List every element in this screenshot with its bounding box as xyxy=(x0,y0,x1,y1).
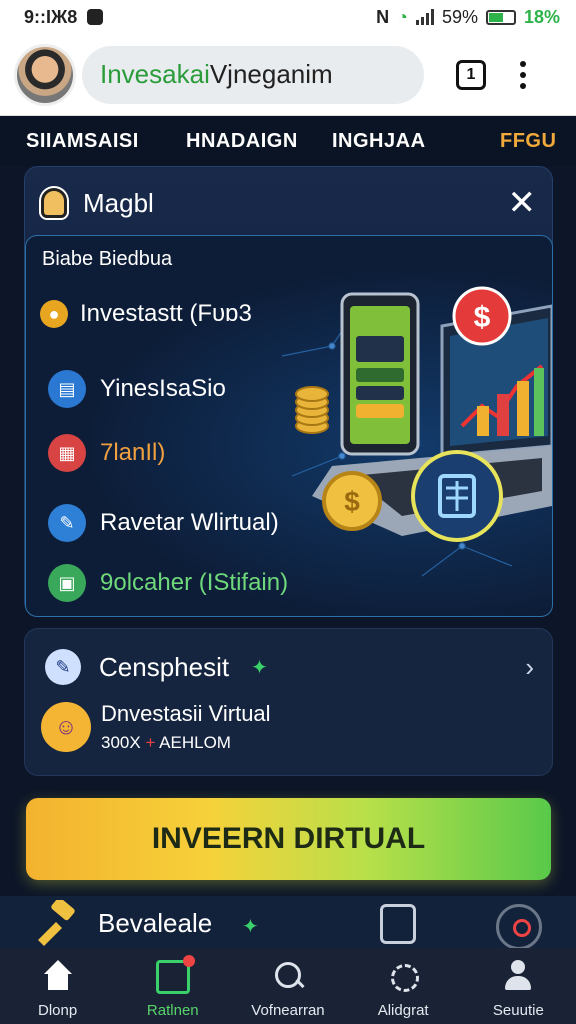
notification-icon xyxy=(87,9,104,25)
tabs-icon[interactable]: 1 xyxy=(456,59,486,90)
search-icon xyxy=(271,960,305,994)
search-bar[interactable]: Invesakai Vjneganim xyxy=(82,45,424,104)
sparkle-icon: ✦ xyxy=(251,656,268,679)
status-bar: 9::IЖ8 N ◔ 59% 18% xyxy=(0,0,576,34)
gear-icon xyxy=(386,960,420,994)
person-icon xyxy=(41,188,67,218)
investment-illustration: $ $ xyxy=(281,286,552,577)
calculator-icon: ▦ xyxy=(48,434,86,472)
option-item[interactable]: ✎ Ravetar Wlirtual) xyxy=(48,504,279,542)
nav-portfolio[interactable]: Ratlnen xyxy=(115,948,230,1024)
option-item[interactable]: ▣ 9olcaher (IStifain) xyxy=(48,564,288,602)
card2-body: ☺ Dnvestasii Virtual 300X + AEHLOM xyxy=(41,701,271,753)
card2-header: ✎ Censphesit ✦ › xyxy=(45,647,534,687)
nfc-icon: N xyxy=(376,6,390,27)
search-text: Vjneganim xyxy=(209,59,333,89)
option-label: YinesIsaSio xyxy=(100,375,226,402)
nav-label: Vofnearran xyxy=(251,1002,325,1019)
nav-search[interactable]: Vofnearran xyxy=(230,948,345,1024)
battery-icon xyxy=(485,9,516,25)
hammer-icon xyxy=(38,900,75,946)
wifi-icon: ◔ xyxy=(397,6,408,27)
tab-4[interactable]: FFGU xyxy=(500,130,556,153)
nav-home[interactable]: Dlonp xyxy=(0,948,115,1024)
svg-text:$: $ xyxy=(344,486,360,517)
status-right: N ◔ 59% 18% xyxy=(376,7,560,28)
coin-icon: ● xyxy=(40,300,68,328)
card-title: Magbl xyxy=(83,187,154,218)
main-card: Magbl ✕ Biabe Biedbua ● Investastt (Fᴜɒ3… xyxy=(24,166,553,617)
invest-virtual-button[interactable]: INVEERN DIRTUAL xyxy=(26,798,551,880)
nav-label: Seuutie xyxy=(492,1002,544,1019)
chevron-right-icon[interactable]: › xyxy=(525,652,534,683)
tab-3[interactable]: INGHJAA xyxy=(332,130,426,153)
pen-icon: ✎ xyxy=(48,504,86,542)
nav-label: Alidgrat xyxy=(377,1002,429,1019)
svg-text:$: $ xyxy=(474,301,491,334)
card2-suffix: AEHLOM xyxy=(159,733,231,752)
chart-icon xyxy=(155,955,195,994)
document-icon: ▤ xyxy=(48,370,86,408)
chef-icon: ☺ xyxy=(41,702,91,752)
battery-percent: 59% xyxy=(441,6,478,27)
clipboard-icon[interactable] xyxy=(380,904,416,944)
tab-bar: SIIAMSAISI HNADAIGN INGHJAA FFGU xyxy=(0,116,576,166)
option-label: Ravetar Wlirtual) xyxy=(100,509,279,536)
option-label: Investastt (Fᴜɒ3 xyxy=(80,300,252,327)
status-time: 9::IЖ8 xyxy=(24,6,78,27)
tab-2[interactable]: HNADAIGN xyxy=(186,130,298,153)
nav-settings[interactable]: Alidgrat xyxy=(346,948,461,1024)
secondary-row: Bevaleale ✦ xyxy=(0,896,576,950)
app-header: Invesakai Vjneganim 1 xyxy=(0,34,576,116)
option-label: 9olcaher (IStifain) xyxy=(100,569,289,596)
option-label: 7lanIl) xyxy=(100,439,166,466)
option-item[interactable]: ● Investastt (Fᴜɒ3 xyxy=(40,300,252,328)
card2-amount: 300X xyxy=(101,733,141,752)
avatar[interactable] xyxy=(14,43,76,106)
screen-icon: ▣ xyxy=(48,564,86,602)
card2-title: Censphesit xyxy=(99,651,230,682)
target-icon[interactable] xyxy=(496,904,542,950)
card2-plus: + xyxy=(145,733,156,752)
panel-title: Biabe Biedbua xyxy=(42,248,173,270)
nav-profile[interactable]: Seuutie xyxy=(461,948,576,1024)
sparkle-icon: ✦ xyxy=(242,916,259,938)
secondary-label: Bevaleale xyxy=(98,908,213,938)
pen-icon: ✎ xyxy=(45,649,81,685)
close-icon[interactable]: ✕ xyxy=(508,186,537,220)
card-header: Magbl ✕ xyxy=(41,183,536,223)
option-item[interactable]: ▦ 7lanIl) xyxy=(48,434,165,472)
more-menu-icon[interactable] xyxy=(520,60,526,89)
tab-1[interactable]: SIIAMSAISI xyxy=(26,130,139,153)
card2-line1: Dnvestasii Virtual xyxy=(101,701,271,726)
search-text-highlight: Invesakai xyxy=(100,59,210,89)
battery-extra: 18% xyxy=(523,6,560,27)
options-panel: Biabe Biedbua ● Investastt (Fᴜɒ3 ▤ Yines… xyxy=(25,235,553,617)
bottom-nav: Dlonp Ratlnen Vofnearran Alidgrat Seuuti… xyxy=(0,948,576,1024)
signal-icon xyxy=(415,9,434,25)
nav-label: Ratlnen xyxy=(146,1002,199,1019)
option-item[interactable]: ▤ YinesIsaSio xyxy=(48,370,226,408)
card2-line2: 300X + AEHLOM xyxy=(101,733,271,753)
investment-card[interactable]: ✎ Censphesit ✦ › ☺ Dnvestasii Virtual 30… xyxy=(24,628,553,776)
home-icon xyxy=(41,960,75,994)
nav-label: Dlonp xyxy=(37,1002,78,1019)
card2-text: Dnvestasii Virtual 300X + AEHLOM xyxy=(101,701,271,753)
user-icon xyxy=(501,960,535,994)
